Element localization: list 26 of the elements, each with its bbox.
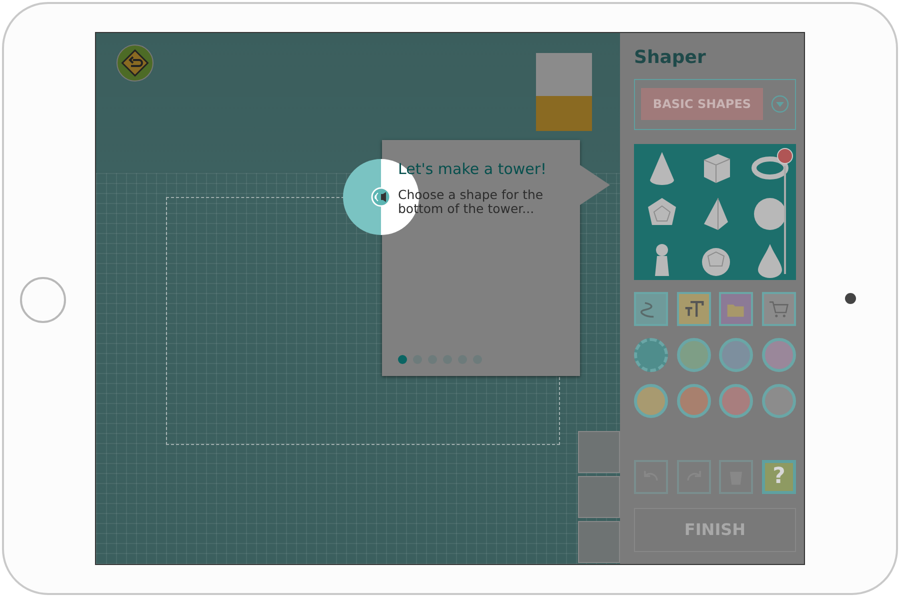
- scroll-track[interactable]: [784, 166, 786, 274]
- side-tab[interactable]: [578, 476, 620, 518]
- side-tab[interactable]: [578, 431, 620, 473]
- color-swatch[interactable]: [676, 338, 711, 372]
- color-swatch[interactable]: [762, 338, 796, 372]
- color-swatch[interactable]: [634, 338, 668, 372]
- panel-title: Shaper: [634, 47, 707, 69]
- text-tool-button[interactable]: [676, 292, 711, 326]
- color-swatch[interactable]: [762, 384, 796, 418]
- library-dropdown[interactable]: BASIC SHAPES: [634, 78, 796, 130]
- side-tab[interactable]: [578, 521, 620, 563]
- cart-button[interactable]: [762, 292, 796, 326]
- help-button[interactable]: ?: [762, 460, 796, 494]
- color-swatch[interactable]: [719, 384, 754, 418]
- color-swatch[interactable]: [719, 338, 754, 372]
- scroll-thumb[interactable]: [777, 148, 793, 164]
- dropdown-caret-icon: [771, 95, 789, 114]
- color-swatch[interactable]: [634, 384, 668, 418]
- back-button[interactable]: [116, 44, 154, 82]
- home-button[interactable]: [20, 277, 66, 323]
- color-swatch[interactable]: [676, 384, 711, 418]
- folder-button[interactable]: [719, 292, 754, 326]
- block-preview-icon: [536, 53, 592, 131]
- library-banner: BASIC SHAPES: [641, 88, 763, 120]
- pattern-tool-button[interactable]: [634, 292, 668, 326]
- page-dot[interactable]: [398, 355, 407, 364]
